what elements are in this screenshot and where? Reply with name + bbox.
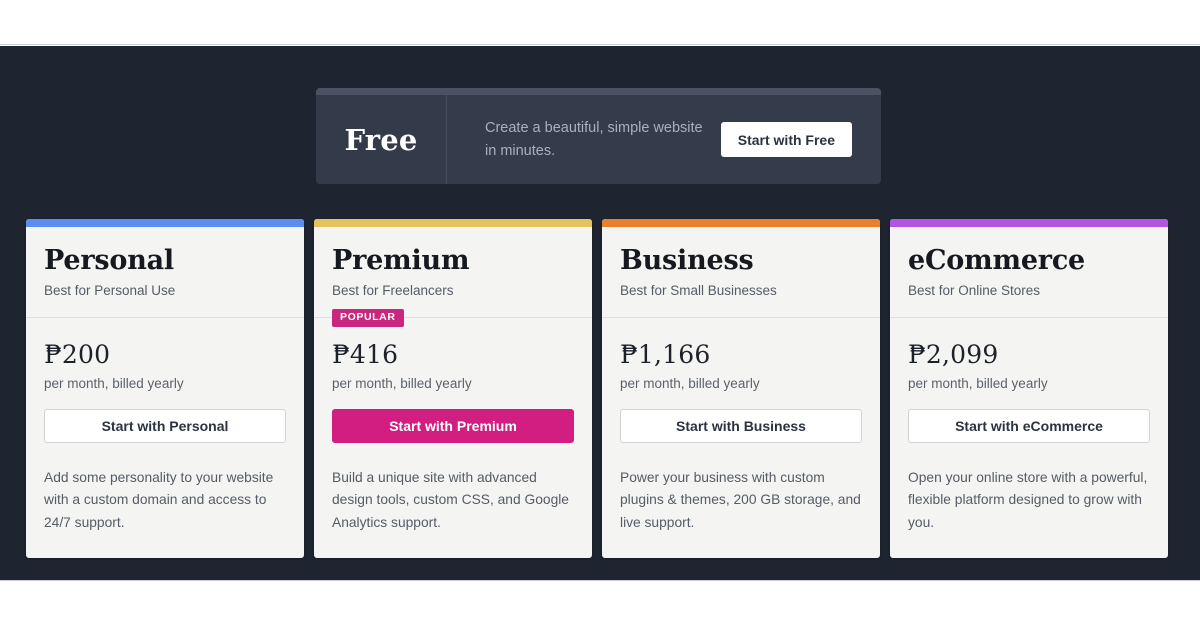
plan-header-business: Business Best for Small Businesses: [602, 227, 880, 318]
plan-period-business: per month, billed yearly: [620, 376, 760, 392]
plan-cta-block-premium: Start with Premium: [314, 393, 592, 443]
letterbox-band-bottom: [0, 580, 1200, 628]
free-plan-body: Free Create a beautiful, simple website …: [316, 95, 881, 184]
plan-period-personal: per month, billed yearly: [44, 376, 184, 392]
free-plan-description: Create a beautiful, simple website in mi…: [485, 119, 703, 159]
plan-description-premium: Build a unique site with advanced design…: [332, 469, 569, 530]
plan-tagline-premium: Best for Freelancers: [332, 283, 454, 299]
plan-period-ecommerce: per month, billed yearly: [908, 376, 1048, 392]
plan-name-business: Business: [620, 245, 754, 276]
plan-tagline-business: Best for Small Businesses: [620, 283, 777, 299]
plan-price-personal: ₱200: [44, 339, 111, 369]
pricing-page: Free Create a beautiful, simple website …: [0, 0, 1200, 628]
plan-cta-block-personal: Start with Personal: [26, 393, 304, 443]
start-with-personal-button[interactable]: Start with Personal: [44, 408, 286, 443]
plan-price-block-personal: ₱200 per month, billed yearly: [26, 318, 304, 393]
letterbox-band-top: [0, 0, 1200, 45]
plan-card-premium: Premium Best for Freelancers POPULAR ₱41…: [314, 219, 592, 558]
free-plan-description-cell: Create a beautiful, simple website in mi…: [447, 95, 721, 184]
free-plan-name-cell: Free: [316, 95, 447, 184]
plan-price-block-ecommerce: ₱2,099 per month, billed yearly: [890, 318, 1168, 393]
plan-period-premium: per month, billed yearly: [332, 376, 472, 392]
free-plan-name: Free: [344, 122, 418, 157]
plan-accent-bar-business: [602, 219, 880, 227]
free-plan-accent-bar: [316, 88, 881, 95]
plan-accent-bar-premium: [314, 219, 592, 227]
plan-price-block-premium: ₱416 per month, billed yearly: [314, 318, 592, 393]
popular-badge: POPULAR: [332, 309, 404, 327]
start-with-premium-button[interactable]: Start with Premium: [332, 408, 574, 443]
plan-tagline-personal: Best for Personal Use: [44, 283, 176, 299]
plan-price-business: ₱1,166: [620, 339, 711, 369]
free-plan-banner: Free Create a beautiful, simple website …: [316, 88, 881, 184]
plan-header-premium: Premium Best for Freelancers POPULAR: [314, 227, 592, 327]
plan-badge-row-premium: POPULAR: [332, 307, 404, 327]
plan-card-personal: Personal Best for Personal Use ₱200 per …: [26, 219, 304, 558]
plan-price-ecommerce: ₱2,099: [908, 339, 999, 369]
plan-name-premium: Premium: [332, 245, 470, 276]
plan-price-premium: ₱416: [332, 339, 399, 369]
start-with-ecommerce-button[interactable]: Start with eCommerce: [908, 408, 1150, 443]
plan-description-business: Power your business with custom plugins …: [620, 469, 861, 530]
plan-tagline-ecommerce: Best for Online Stores: [908, 283, 1041, 299]
plan-card-grid: Personal Best for Personal Use ₱200 per …: [26, 219, 1174, 558]
plan-card-ecommerce: eCommerce Best for Online Stores ₱2,099 …: [890, 219, 1168, 558]
plan-description-ecommerce: Open your online store with a powerful, …: [908, 469, 1148, 530]
plan-name-personal: Personal: [44, 245, 174, 276]
plan-card-business: Business Best for Small Businesses ₱1,16…: [602, 219, 880, 558]
plan-header-personal: Personal Best for Personal Use: [26, 227, 304, 318]
free-plan-cta-cell: Start with Free: [720, 95, 881, 184]
plan-cta-block-ecommerce: Start with eCommerce: [890, 393, 1168, 443]
plan-accent-bar-personal: [26, 219, 304, 227]
plan-description-personal: Add some personality to your website wit…: [44, 469, 274, 530]
plan-header-ecommerce: eCommerce Best for Online Stores: [890, 227, 1168, 318]
pricing-stage: Free Create a beautiful, simple website …: [0, 46, 1200, 580]
start-with-free-button[interactable]: Start with Free: [720, 122, 852, 157]
plan-name-ecommerce: eCommerce: [908, 245, 1086, 276]
plan-price-block-business: ₱1,166 per month, billed yearly: [602, 318, 880, 393]
plan-cta-block-business: Start with Business: [602, 393, 880, 443]
start-with-business-button[interactable]: Start with Business: [620, 408, 862, 443]
plan-accent-bar-ecommerce: [890, 219, 1168, 227]
